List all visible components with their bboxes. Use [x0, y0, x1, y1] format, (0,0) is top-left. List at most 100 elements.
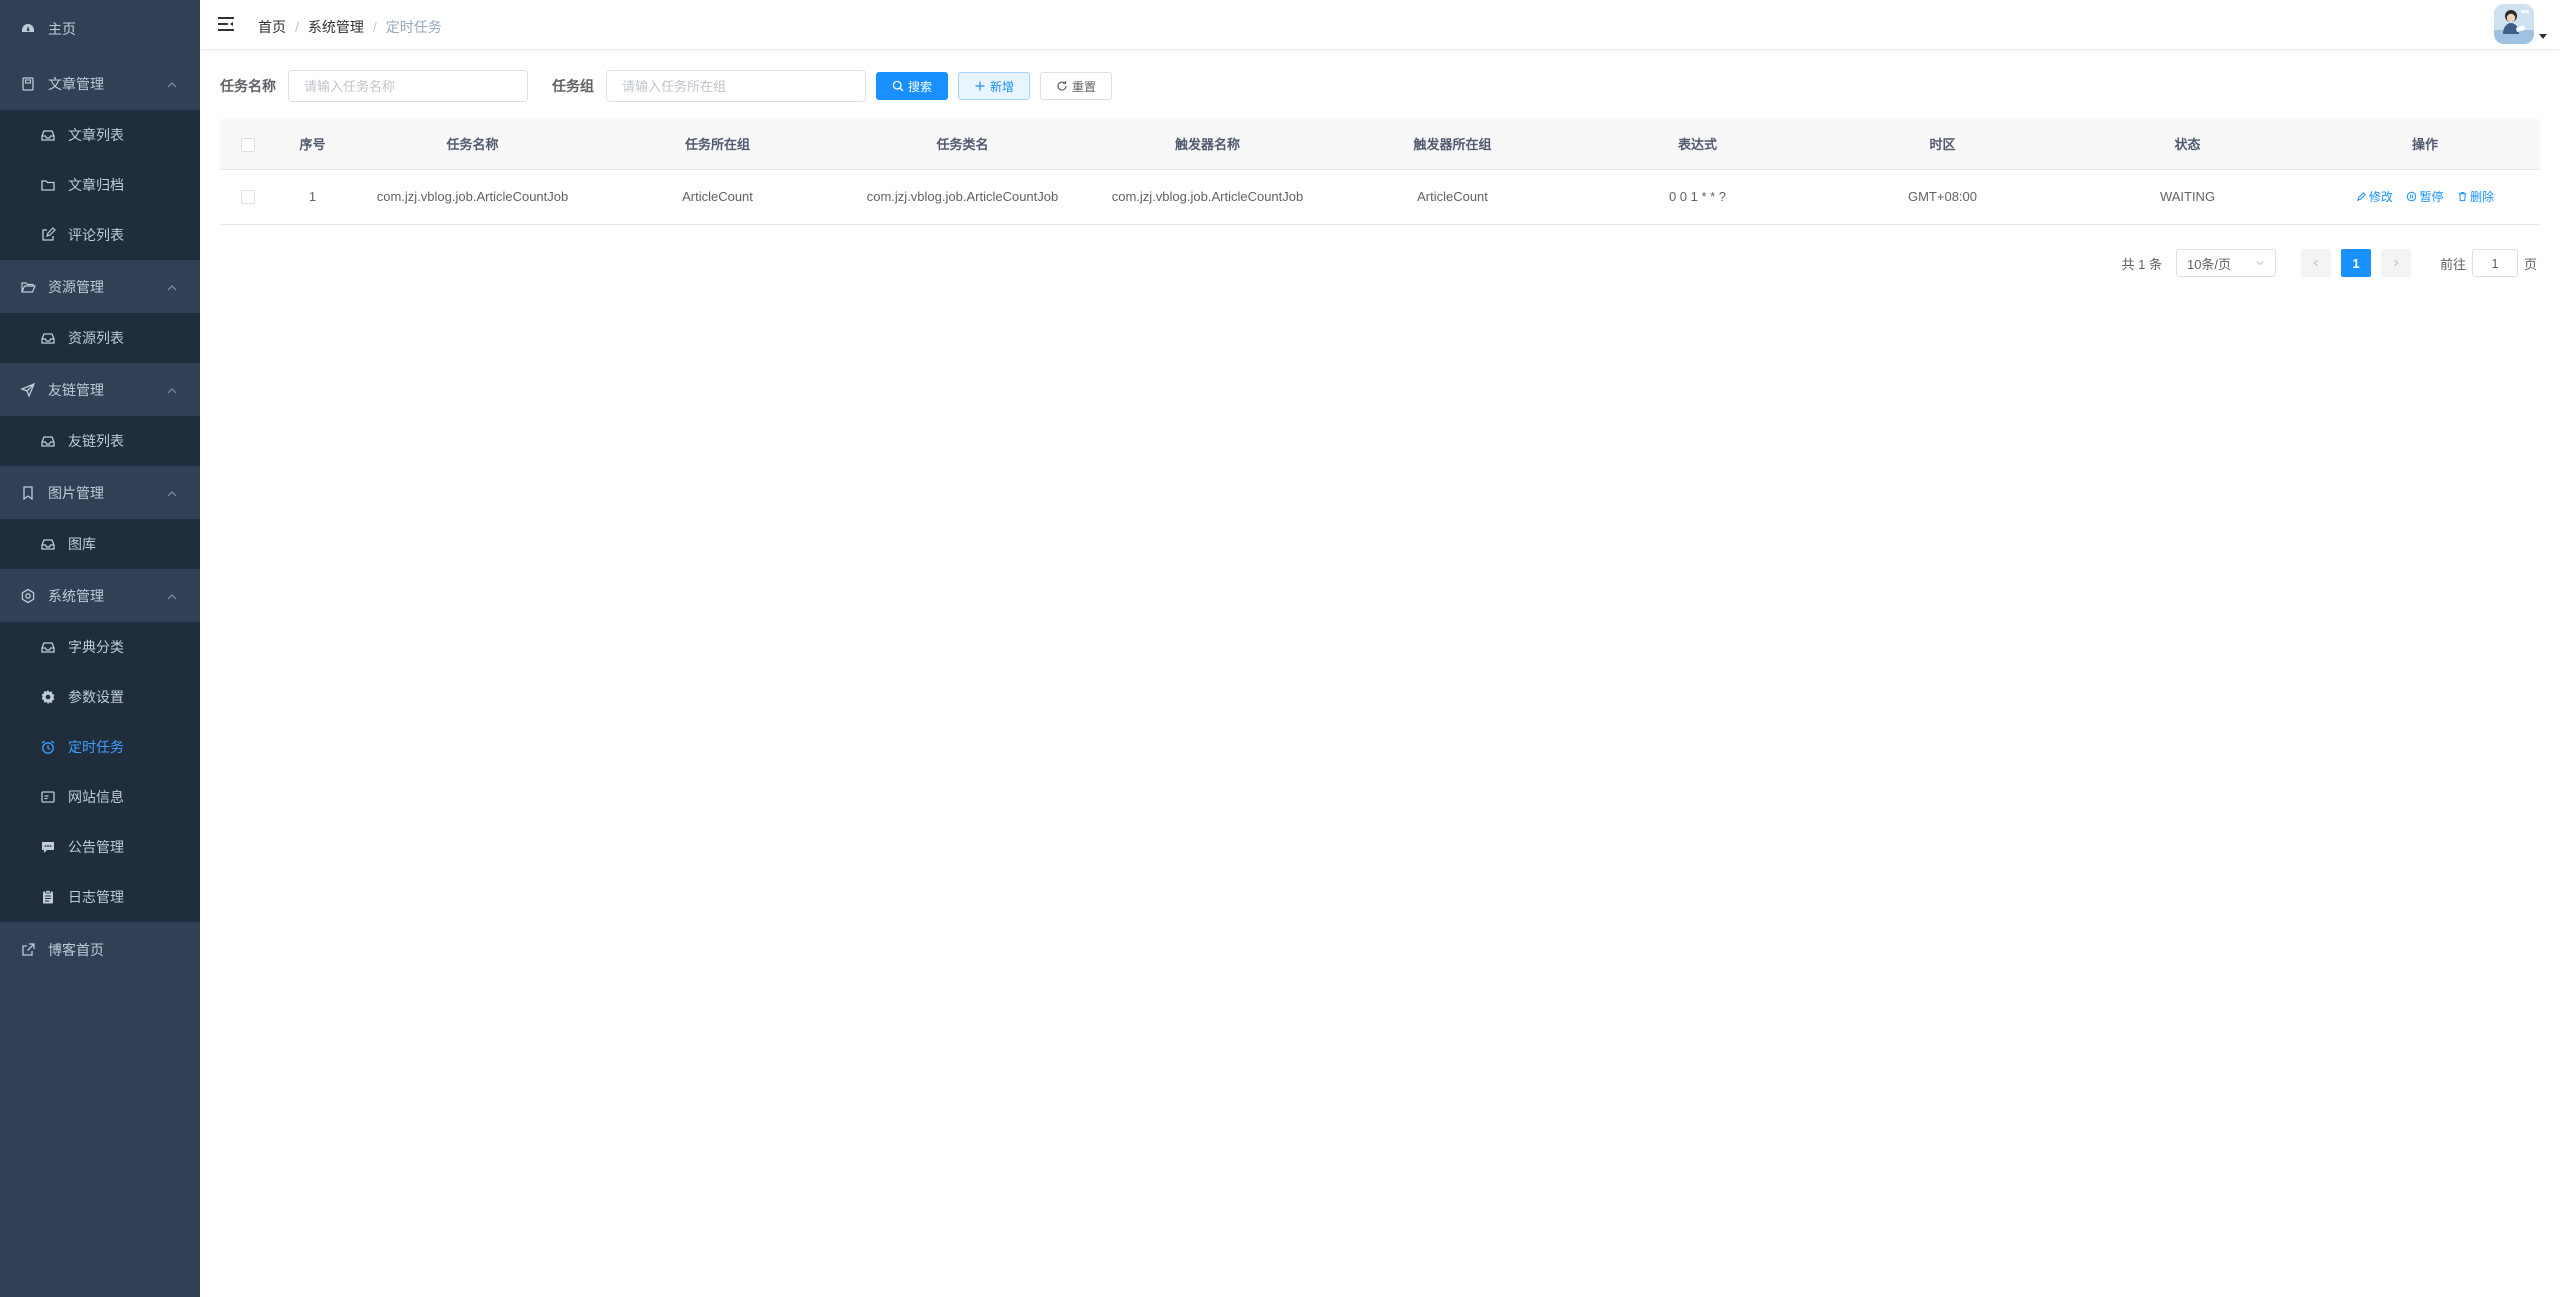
- sidebar-item-label: 主页: [48, 20, 76, 37]
- breadcrumb-home[interactable]: 首页: [258, 17, 286, 37]
- sidebar-item-label: 文章管理: [48, 75, 104, 92]
- search-icon: [892, 80, 904, 92]
- gear-icon: [40, 689, 56, 705]
- next-page-button[interactable]: [2380, 249, 2411, 277]
- sidebar-item-label: 资源管理: [48, 278, 104, 295]
- action-cell: 修改 暂停 删除: [2310, 169, 2540, 225]
- task-group-input[interactable]: [606, 70, 866, 102]
- sidebar-item-article-archive[interactable]: 文章归档: [0, 160, 200, 210]
- breadcrumb: 首页 / 系统管理 / 定时任务: [258, 17, 442, 37]
- inbox-icon: [40, 536, 56, 552]
- sidebar-item-resource-list[interactable]: 资源列表: [0, 313, 200, 363]
- sidebar-item-scheduled-tasks[interactable]: 定时任务: [0, 722, 200, 772]
- sidebar-item-friendlink-list[interactable]: 友链列表: [0, 416, 200, 466]
- column-header: 任务所在组: [595, 119, 840, 170]
- column-header: 任务类名: [840, 119, 1085, 170]
- edit-button[interactable]: 修改: [2356, 188, 2393, 205]
- trash-icon: [2458, 192, 2467, 202]
- chevron-up-icon: [166, 590, 178, 602]
- caret-down-icon[interactable]: [2538, 28, 2548, 39]
- sidebar-item-label: 参数设置: [68, 689, 124, 705]
- task-name-input[interactable]: [288, 70, 528, 102]
- sidebar-group-article[interactable]: 文章管理: [0, 57, 200, 110]
- search-button[interactable]: 搜索: [876, 72, 949, 100]
- delete-label: 删除: [2470, 190, 2495, 204]
- pagination: 共 1 条 10条/页 1 前往 页: [2122, 249, 2537, 277]
- pause-label: 暂停: [2419, 190, 2444, 204]
- sidebar-item-label: 资源列表: [68, 330, 124, 346]
- sidebar-item-label: 日志管理: [68, 889, 124, 905]
- table-cell: 1: [275, 169, 350, 225]
- sidebar-item-blog-home[interactable]: 博客首页: [0, 922, 200, 978]
- search-button-label: 搜索: [908, 79, 933, 94]
- sidebar-item-gallery[interactable]: 图库: [0, 519, 200, 569]
- table-cell: 0 0 1 * * ?: [1575, 169, 1820, 225]
- page-size-select[interactable]: 10条/页: [2175, 249, 2276, 277]
- delete-button[interactable]: 删除: [2457, 188, 2494, 205]
- sidebar-item-log-manage[interactable]: 日志管理: [0, 872, 200, 922]
- chevron-up-icon: [166, 487, 178, 499]
- select-all-cell: [220, 119, 275, 170]
- column-header: 任务名称: [350, 119, 595, 170]
- sidebar-item-comment-list[interactable]: 评论列表: [0, 210, 200, 260]
- refresh-icon: [1056, 80, 1068, 92]
- table-row: 1 com.jzj.vblog.job.ArticleCountJob Arti…: [220, 169, 2540, 225]
- pause-button[interactable]: 暂停: [2406, 188, 2444, 205]
- table-cell: GMT+08:00: [1820, 169, 2065, 225]
- page-jumper: 前往 页: [2440, 249, 2537, 277]
- folder-icon: [40, 177, 56, 193]
- row-select-cell: [220, 169, 275, 225]
- inbox-icon: [40, 127, 56, 143]
- breadcrumb-system[interactable]: 系统管理: [308, 17, 364, 37]
- table-cell: ArticleCount: [595, 169, 840, 225]
- sidebar-item-label: 公告管理: [68, 839, 124, 855]
- alarm-clock-icon: [40, 739, 56, 755]
- table-cell: com.jzj.vblog.job.ArticleCountJob: [840, 169, 1085, 225]
- chevron-down-icon: [2255, 256, 2265, 271]
- breadcrumb-current: 定时任务: [385, 19, 442, 35]
- edit-icon: [2356, 192, 2366, 201]
- reset-button[interactable]: 重置: [1040, 72, 1113, 100]
- add-button-label: 新增: [990, 79, 1015, 94]
- sidebar-item-article-list[interactable]: 文章列表: [0, 110, 200, 160]
- sidebar-item-label: 字典分类: [68, 639, 124, 655]
- add-button[interactable]: 新增: [958, 72, 1031, 100]
- column-header: 操作: [2310, 119, 2540, 170]
- reset-button-label: 重置: [1072, 79, 1097, 94]
- bookmark-icon: [20, 485, 36, 501]
- sidebar-item-notice-manage[interactable]: 公告管理: [0, 822, 200, 872]
- sidebar-item-label: 文章列表: [68, 127, 124, 143]
- sidebar-item-label: 系统管理: [48, 587, 104, 604]
- table-header-row: 序号 任务名称 任务所在组 任务类名 触发器名称 触发器所在组 表达式 时区 状…: [220, 119, 2540, 170]
- user-menu[interactable]: [2494, 4, 2548, 44]
- avatar[interactable]: [2494, 4, 2534, 44]
- chevron-up-icon: [166, 384, 178, 396]
- sidebar-item-dict-category[interactable]: 字典分类: [0, 622, 200, 672]
- inbox-icon: [40, 639, 56, 655]
- sidebar-group-friendlink[interactable]: 友链管理: [0, 363, 200, 416]
- sidebar-item-param-settings[interactable]: 参数设置: [0, 672, 200, 722]
- breadcrumb-separator: /: [295, 19, 299, 35]
- page-number[interactable]: 1: [2340, 249, 2371, 277]
- sidebar-item-label: 网站信息: [68, 789, 124, 805]
- sidebar-group-system[interactable]: 系统管理: [0, 569, 200, 622]
- select-all-checkbox[interactable]: [240, 137, 255, 152]
- chevron-up-icon: [166, 281, 178, 293]
- hamburger-menu-icon[interactable]: [216, 14, 236, 34]
- row-checkbox[interactable]: [240, 190, 255, 205]
- table-cell: com.jzj.vblog.job.ArticleCountJob: [350, 169, 595, 225]
- sidebar-item-home[interactable]: 主页: [0, 0, 200, 57]
- sidebar-group-image[interactable]: 图片管理: [0, 466, 200, 519]
- goto-page-input[interactable]: [2471, 249, 2518, 277]
- sidebar-item-site-info[interactable]: 网站信息: [0, 772, 200, 822]
- sidebar-item-label: 友链管理: [48, 381, 104, 398]
- breadcrumb-separator: /: [372, 19, 377, 35]
- sidebar-item-label: 博客首页: [48, 942, 104, 958]
- task-table: 序号 任务名称 任务所在组 任务类名 触发器名称 触发器所在组 表达式 时区 状…: [220, 119, 2540, 225]
- sidebar-group-resource[interactable]: 资源管理: [0, 260, 200, 313]
- inbox-icon: [40, 433, 56, 449]
- folder-open-icon: [20, 279, 36, 295]
- prev-page-button[interactable]: [2300, 249, 2331, 277]
- edit-icon: [40, 227, 56, 243]
- sidebar-item-label: 定时任务: [68, 739, 124, 755]
